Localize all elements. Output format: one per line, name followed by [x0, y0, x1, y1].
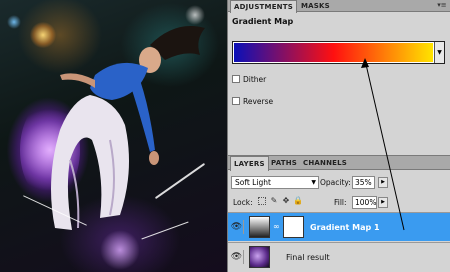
- dither-checkbox[interactable]: [232, 75, 240, 83]
- move-icon[interactable]: ✥: [281, 196, 291, 206]
- tab-masks[interactable]: MASKS: [298, 0, 333, 12]
- adjustments-tabbar: ADJUSTMENTS MASKS ▾≡: [228, 0, 450, 13]
- dancer-figure: [51, 26, 205, 230]
- dither-option[interactable]: Dither: [232, 74, 266, 84]
- lock-icon[interactable]: 🔒: [293, 196, 303, 206]
- eye-icon[interactable]: 👁: [230, 220, 244, 234]
- adjustments-panel: ADJUSTMENTS MASKS ▾≡ Gradient Map ▼ Dith…: [227, 0, 450, 155]
- opacity-stepper[interactable]: ▶: [378, 177, 388, 188]
- fill-stepper[interactable]: ▶: [378, 197, 388, 208]
- document-canvas[interactable]: [0, 0, 227, 272]
- chain-icon[interactable]: ∞: [273, 222, 280, 231]
- blend-mode-select[interactable]: Soft Light ▼: [231, 176, 319, 189]
- layer-name[interactable]: Final result: [286, 253, 330, 262]
- fill-label: Fill:: [334, 198, 347, 207]
- opacity-input[interactable]: 35%: [352, 176, 375, 189]
- pixel-lock-icon[interactable]: [258, 197, 266, 205]
- gradient-picker[interactable]: ▼: [232, 41, 445, 64]
- opacity-label: Opacity:: [320, 178, 351, 187]
- dropdown-arrow-icon: ▼: [311, 179, 316, 186]
- layer-row[interactable]: 👁 ∞ Gradient Map 1: [228, 212, 450, 241]
- adjustment-thumbnail: [249, 216, 270, 238]
- eye-icon[interactable]: 👁: [230, 250, 244, 264]
- gradient-preview[interactable]: [234, 43, 433, 62]
- tab-layers[interactable]: LAYERS: [230, 156, 269, 171]
- dropdown-arrow-icon[interactable]: ▼: [434, 42, 444, 63]
- dither-label: Dither: [243, 74, 267, 84]
- layer-thumbnail: [249, 246, 270, 268]
- layer-row[interactable]: 👁 Final result: [228, 242, 450, 271]
- layer-name[interactable]: Gradient Map 1: [310, 223, 380, 232]
- adjustment-title: Gradient Map: [232, 17, 294, 26]
- brush-icon[interactable]: ✎: [269, 196, 279, 206]
- reverse-label: Reverse: [243, 96, 274, 106]
- blend-mode-value: Soft Light: [235, 178, 271, 187]
- lock-label: Lock:: [233, 198, 253, 207]
- tab-paths[interactable]: PATHS: [268, 156, 300, 170]
- tab-channels[interactable]: CHANNELS: [300, 156, 350, 170]
- layers-panel: LAYERS PATHS CHANNELS Soft Light ▼ Opaci…: [227, 155, 450, 272]
- reverse-checkbox[interactable]: [232, 97, 240, 105]
- tab-adjustments[interactable]: ADJUSTMENTS: [230, 0, 297, 13]
- layers-tabbar: LAYERS PATHS CHANNELS: [228, 156, 450, 171]
- reverse-option[interactable]: Reverse: [232, 96, 273, 106]
- panel-menu-icon[interactable]: ▾≡: [437, 1, 447, 10]
- fill-input[interactable]: 100%: [352, 196, 377, 209]
- mask-thumbnail: [283, 216, 304, 238]
